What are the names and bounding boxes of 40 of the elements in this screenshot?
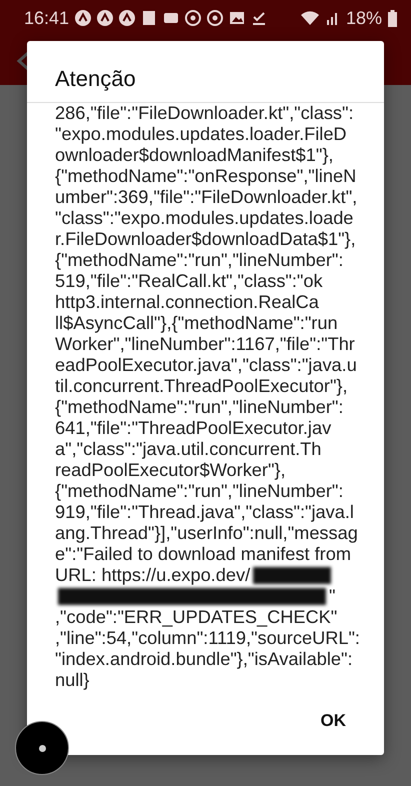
dialog-text-line: {"methodName":"run","lineNumber": bbox=[55, 397, 344, 418]
dialog-text-line: " bbox=[329, 586, 336, 607]
dialog-text-line: eadPoolExecutor.java","class":"java.u bbox=[55, 355, 357, 376]
battery-icon bbox=[388, 10, 397, 26]
notification-icon bbox=[75, 10, 92, 26]
dialog-text-line: 519,"file":"RealCall.kt","class":"ok bbox=[55, 271, 323, 292]
dialog-text-line: e":"Failed to download manifest from bbox=[55, 544, 351, 565]
dialog-text-line: http3.internal.connection.RealCa bbox=[55, 292, 319, 313]
dialog-text-line: umber":369,"file":"FileDownloader.kt", bbox=[55, 187, 358, 208]
dialog-text-line: {"methodName":"run","lineNumber": bbox=[55, 250, 344, 271]
dialog-text-line: ang.Thread"}],"userInfo":null,"messag bbox=[55, 523, 358, 544]
dialog-text-line: {"methodName":"onResponse","lineN bbox=[55, 166, 356, 187]
dialog-text-line: 641,"file":"ThreadPoolExecutor.jav bbox=[55, 418, 332, 439]
ok-button[interactable]: OK bbox=[304, 705, 362, 737]
dialog-text-line: "class":"expo.modules.updates.loade bbox=[55, 208, 354, 229]
signal-icon bbox=[326, 11, 340, 25]
dialog-text-line: "index.android.bundle"},"isAvailable": bbox=[55, 649, 352, 670]
dialog-text-line: URL: https://u.expo.dev/ bbox=[55, 565, 250, 586]
dialog-text-line: ,"code":"ERR_UPDATES_CHECK" bbox=[55, 607, 338, 628]
dialog-title: Atenção bbox=[54, 65, 137, 93]
notification-icon bbox=[119, 10, 136, 26]
dialog-text-line: a","class":"java.util.concurrent.Th bbox=[55, 439, 322, 460]
dialog-text-line: 919,"file":"Thread.java","class":"java.l bbox=[55, 502, 354, 523]
status-time: 16:41 bbox=[24, 8, 70, 28]
dialog-text-line: Worker","lineNumber":1167,"file":"Thr bbox=[55, 334, 355, 355]
dialog-text-line: r.FileDownloader$downloadData$1"}, bbox=[55, 229, 356, 250]
notification-icon bbox=[97, 10, 114, 26]
download-done-icon bbox=[251, 10, 268, 26]
dialog-text-line: til.concurrent.ThreadPoolExecutor"}, bbox=[55, 376, 348, 397]
wifi-icon bbox=[300, 10, 320, 26]
dialog-text-line: readPoolExecutor$Worker"}, bbox=[55, 460, 286, 481]
dialog-text-line: null} bbox=[55, 670, 90, 691]
dialog-text-line: ll$AsyncCall"},{"methodName":"run bbox=[55, 313, 338, 334]
image-icon bbox=[229, 10, 246, 26]
dialog-text-line: "expo.modules.updates.loader.FileD bbox=[55, 124, 347, 145]
dialog-text-line: ,"line":54,"column":1119,"sourceURL": bbox=[55, 628, 360, 649]
dialog-text-line: 286,"file":"FileDownloader.kt","class": bbox=[55, 103, 354, 124]
battery-percentage: 18% bbox=[346, 8, 382, 28]
dialog-text-line: {"methodName":"run","lineNumber": bbox=[55, 481, 344, 502]
dialog-text-line: ownloader$downloadManifest$1"}, bbox=[55, 145, 334, 166]
